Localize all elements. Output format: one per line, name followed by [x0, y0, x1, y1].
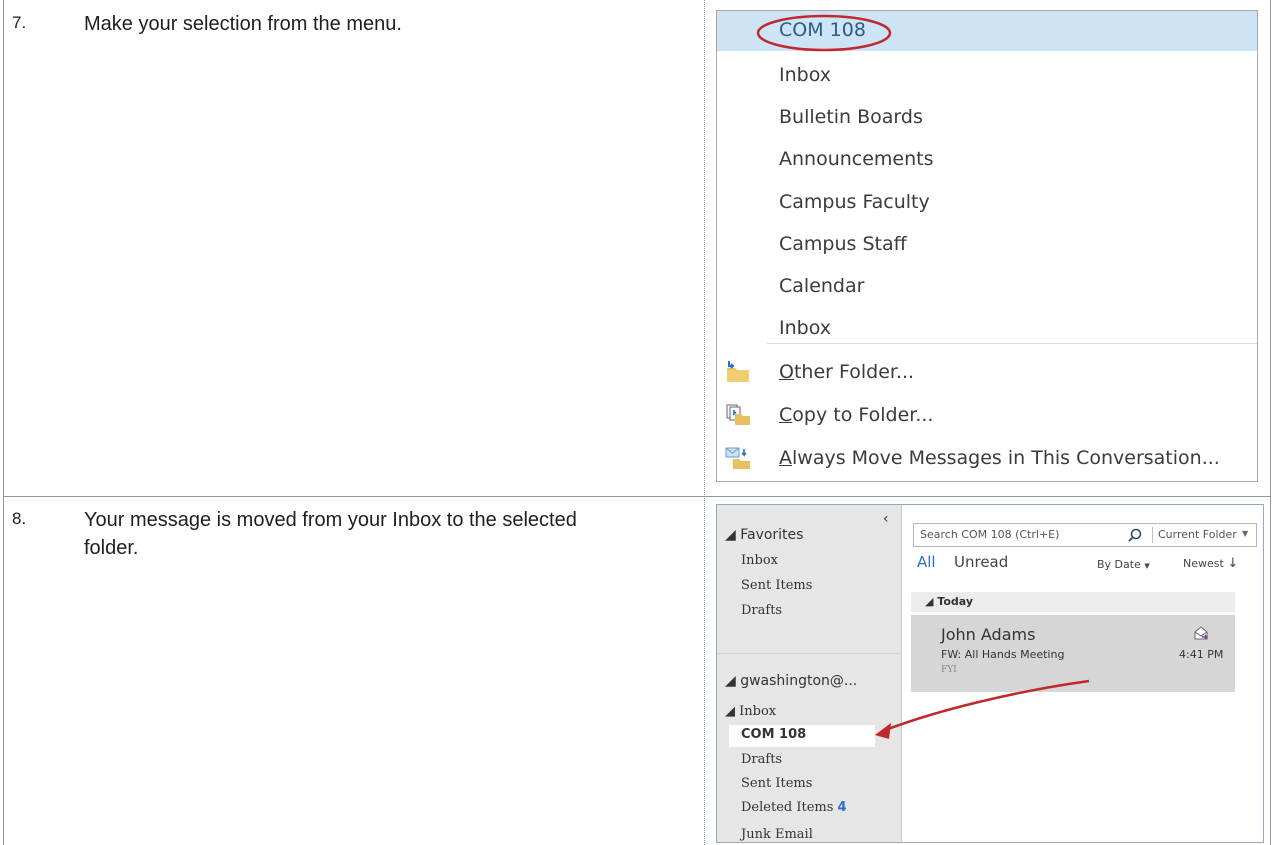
menu-item-inbox[interactable]: Inbox — [717, 56, 1257, 96]
menu-item-calendar[interactable]: Calendar — [717, 267, 1257, 307]
menu-item-campus-staff[interactable]: Campus Staff — [717, 225, 1257, 265]
menu-item-label: Inbox — [779, 64, 831, 86]
accelerator-key: A — [779, 447, 792, 469]
menu-action-other-folder[interactable]: Other Folder... — [717, 353, 1257, 393]
menu-item-announcements[interactable]: Announcements — [717, 140, 1257, 180]
menu-item-label: Bulletin Boards — [779, 106, 923, 128]
folder-move-icon — [727, 361, 749, 382]
menu-action-label: lways Move Messages in This Conversation… — [792, 447, 1220, 469]
step-8-number: 8. — [12, 509, 27, 528]
accelerator-key: C — [779, 404, 793, 426]
menu-action-label: ther Folder... — [793, 361, 915, 383]
folder-copy-icon — [726, 404, 750, 425]
accelerator-key: O — [779, 361, 794, 383]
menu-item-label: Campus Staff — [779, 233, 907, 255]
menu-separator — [767, 343, 1257, 344]
menu-item-label: Inbox — [779, 317, 831, 339]
annotation-arrow — [875, 679, 1090, 739]
menu-item-label: Calendar — [779, 275, 865, 297]
menu-item-bulletin-boards[interactable]: Bulletin Boards — [717, 98, 1257, 138]
menu-item-com-108[interactable]: COM 108 — [717, 11, 1257, 52]
always-move-icon — [725, 447, 750, 469]
table-left-border — [3, 0, 4, 845]
step-7-number: 7. — [12, 13, 27, 32]
step-7-text: Make your selection from the menu. — [84, 13, 402, 35]
menu-item-label: Campus Faculty — [779, 191, 930, 213]
menu-item-campus-faculty[interactable]: Campus Faculty — [717, 183, 1257, 223]
move-to-folder-menu: COM 108 Inbox Bulletin Boards Announceme… — [716, 10, 1258, 482]
menu-action-label: opy to Folder... — [792, 404, 934, 426]
step-8-text: Your message is moved from your Inbox to… — [84, 509, 577, 559]
table-right-border — [1270, 0, 1271, 845]
column-divider — [704, 0, 705, 845]
row-divider — [3, 496, 1271, 497]
menu-item-label: Announcements — [779, 148, 934, 170]
outlook-window: ‹ ◢ Favorites Inbox Sent Items Drafts ◢ … — [716, 504, 1264, 843]
menu-action-always-move[interactable]: Always Move Messages in This Conversatio… — [717, 439, 1257, 479]
annotation-circle — [756, 14, 892, 52]
menu-action-copy-to-folder[interactable]: Copy to Folder... — [717, 396, 1257, 436]
